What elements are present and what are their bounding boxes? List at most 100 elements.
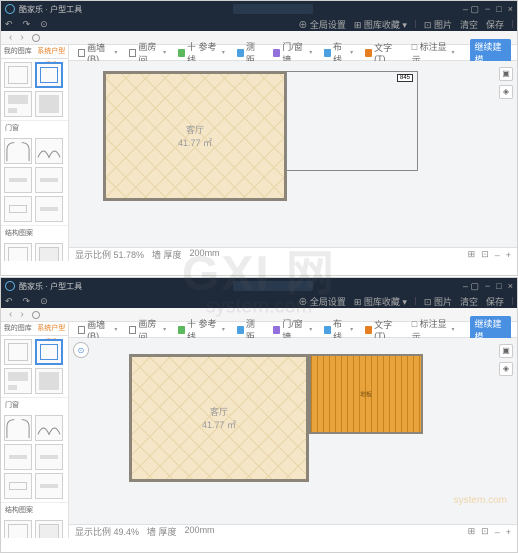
canvas[interactable]: 客厅 41.77 ㎡ 845 ▣ ◈ <box>69 61 517 247</box>
door-item[interactable] <box>35 444 63 470</box>
status-grid-icon[interactable]: ⊞ <box>468 526 476 537</box>
door-item[interactable] <box>35 138 63 164</box>
door-item[interactable] <box>4 167 32 193</box>
window-minimize-icon[interactable]: − <box>485 281 490 292</box>
undo-button[interactable]: ↶ <box>5 19 13 30</box>
back-icon[interactable]: ‹ <box>9 32 12 43</box>
compass-icon[interactable]: ⊙ <box>73 342 89 358</box>
tab-system-components[interactable]: 系统户型组件 <box>35 45 69 58</box>
zoom-out-icon[interactable]: – <box>495 250 500 260</box>
door-item[interactable] <box>4 138 32 164</box>
tab-system-components[interactable]: 系统户型组件 <box>35 322 69 335</box>
view-3d-icon[interactable]: ▣ <box>499 67 513 81</box>
tab-my-library[interactable]: 我的图库 <box>1 45 35 58</box>
canvas[interactable]: ⊙ 客厅 41.77 ㎡ 地板 ▣ ◈ system.com <box>69 338 517 524</box>
menu-image[interactable]: ⊡ 图片 <box>424 18 452 31</box>
door-item[interactable] <box>35 473 63 499</box>
status-grid-icon[interactable]: ⊞ <box>468 249 476 260</box>
door-item[interactable] <box>35 167 63 193</box>
shape-item[interactable] <box>4 62 32 88</box>
door-item[interactable] <box>4 415 32 441</box>
search-input[interactable] <box>233 281 313 291</box>
door-item[interactable] <box>35 415 63 441</box>
door-item[interactable] <box>35 196 63 222</box>
room-main[interactable]: 客厅 41.77 ㎡ <box>129 354 309 482</box>
door-item[interactable] <box>4 473 32 499</box>
view-3d-icon[interactable]: ▣ <box>499 344 513 358</box>
window-maximize-icon[interactable]: □ <box>496 281 501 292</box>
window-maximize-icon[interactable]: □ <box>496 4 501 15</box>
app-window-1: 酷家乐 · 户型工具 – ▢ − □ × ↶ ↷ ⊙ ⊕ 全局设置 ⊞ 图库收藏… <box>0 0 518 276</box>
app-logo-icon <box>5 4 15 14</box>
target-icon[interactable] <box>32 311 40 319</box>
zoom-in-icon[interactable]: + <box>506 527 511 537</box>
zoom-out-icon[interactable]: – <box>495 527 500 537</box>
redo-button[interactable]: ↷ <box>23 296 31 307</box>
menu-dot-button[interactable]: ⊙ <box>40 19 48 30</box>
struct-item[interactable] <box>35 243 63 261</box>
zoom-in-icon[interactable]: + <box>506 250 511 260</box>
shape-item[interactable] <box>4 368 32 394</box>
status-panel-icon[interactable]: ⊡ <box>481 526 489 537</box>
shape-item[interactable] <box>4 339 32 365</box>
menu-image[interactable]: ⊡ 图片 <box>424 295 452 308</box>
separator <box>512 20 513 28</box>
door-icon <box>273 326 280 334</box>
room-floor[interactable]: 地板 <box>309 354 423 434</box>
struct-item[interactable] <box>4 243 32 261</box>
menu-favorites[interactable]: ⊞ 图库收藏 ▾ <box>354 295 407 308</box>
window-close-icon[interactable]: × <box>508 281 513 292</box>
shape-item[interactable] <box>35 368 63 394</box>
sidebar-section-structure: 结构图案 <box>1 502 68 517</box>
undo-button[interactable]: ↶ <box>5 296 13 307</box>
app-title: 酷家乐 · 户型工具 <box>19 4 82 15</box>
menu-clear[interactable]: 清空 <box>460 18 478 31</box>
shape-item[interactable] <box>35 91 63 117</box>
menu-settings[interactable]: ⊕ 全局设置 <box>298 18 346 31</box>
view-layer-icon[interactable]: ◈ <box>499 362 513 376</box>
status-thickness[interactable]: 200mm <box>190 248 220 261</box>
sidebar: 我的图库 系统户型组件 门窗 结构图案 <box>1 45 69 261</box>
app-logo-icon <box>5 281 15 291</box>
shape-item[interactable] <box>4 91 32 117</box>
status-zoom: 显示比例 49.4% <box>75 525 139 538</box>
window-minimize-icon[interactable]: − <box>485 4 490 15</box>
room-extension-outline[interactable]: 845 <box>286 71 418 171</box>
door-item[interactable] <box>4 444 32 470</box>
sidebar-section-structure: 结构图案 <box>1 225 68 240</box>
titlebar-extra-icon[interactable]: – ▢ <box>463 4 479 15</box>
status-panel-icon[interactable]: ⊡ <box>481 249 489 260</box>
room-icon <box>129 326 136 334</box>
forward-icon[interactable]: › <box>20 309 23 320</box>
shape-item-selected[interactable] <box>35 62 63 88</box>
menu-dot-button[interactable]: ⊙ <box>40 296 48 307</box>
shape-item-selected[interactable] <box>35 339 63 365</box>
struct-item[interactable] <box>35 520 63 538</box>
menu-settings[interactable]: ⊕ 全局设置 <box>298 295 346 308</box>
door-item[interactable] <box>4 196 32 222</box>
separator <box>512 297 513 305</box>
redo-button[interactable]: ↷ <box>23 19 31 30</box>
statusbar: 显示比例 49.4% 墙 厚度 200mm ⊞ ⊡ – + <box>69 524 517 538</box>
forward-icon[interactable]: › <box>20 32 23 43</box>
room-main[interactable]: 客厅 41.77 ㎡ <box>103 71 287 201</box>
target-icon[interactable] <box>32 34 40 42</box>
menu-save[interactable]: 保存 <box>486 18 504 31</box>
view-layer-icon[interactable]: ◈ <box>499 85 513 99</box>
status-thickness[interactable]: 200mm <box>185 525 215 538</box>
statusbar: 显示比例 51.78% 墙 厚度 200mm ⊞ ⊡ – + <box>69 247 517 261</box>
menu-save[interactable]: 保存 <box>486 295 504 308</box>
tab-my-library[interactable]: 我的图库 <box>1 322 35 335</box>
sidebar-section-doors: 门窗 <box>1 397 68 412</box>
menu-clear[interactable]: 清空 <box>460 295 478 308</box>
struct-item[interactable] <box>4 520 32 538</box>
door-icon <box>273 49 280 57</box>
sidebar: 我的图库 系统户型组件 门窗 结构图案 <box>1 322 69 538</box>
back-icon[interactable]: ‹ <box>9 309 12 320</box>
sidebar-section-doors: 门窗 <box>1 120 68 135</box>
titlebar-extra-icon[interactable]: – ▢ <box>463 281 479 292</box>
menu-favorites[interactable]: ⊞ 图库收藏 ▾ <box>354 18 407 31</box>
search-input[interactable] <box>233 4 313 14</box>
window-close-icon[interactable]: × <box>508 4 513 15</box>
text-icon <box>365 49 372 57</box>
